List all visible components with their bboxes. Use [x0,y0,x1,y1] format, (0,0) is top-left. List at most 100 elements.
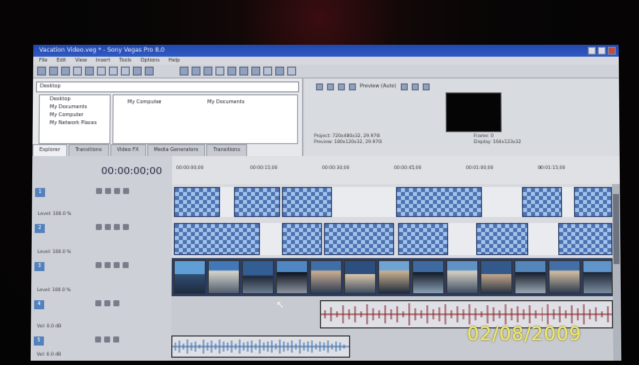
fx-icon[interactable] [113,262,120,269]
time-ruler[interactable]: 00:00:00;00 00:00:15;00 00:00:30;00 00:0… [172,156,620,186]
motion-icon[interactable] [123,188,130,195]
video-event[interactable] [233,187,281,218]
open-icon[interactable] [49,66,59,76]
tree-item-my-documents[interactable]: My Documents [40,103,110,111]
mute-icon[interactable] [95,224,102,231]
explorer-path-field[interactable]: Desktop [35,81,300,93]
preview-quality-select[interactable]: Preview (Auto) [360,83,396,89]
menu-tools[interactable]: Tools [119,57,131,65]
video-thumbnail[interactable] [548,260,581,295]
solo-icon[interactable] [104,336,111,343]
preview-settings-icon[interactable] [316,82,324,90]
scrollbar-thumb[interactable] [612,194,620,265]
copy-snapshot-icon[interactable] [411,82,419,90]
track-lane-2[interactable] [171,220,613,260]
mute-icon[interactable] [95,336,102,343]
fx-icon[interactable] [114,188,121,195]
solo-icon[interactable] [105,188,112,195]
video-event[interactable] [521,187,563,218]
video-thumbnail[interactable] [378,260,411,295]
timeline-vertical-scrollbar[interactable] [611,184,622,361]
new-project-icon[interactable] [37,66,47,76]
video-thumbnail[interactable] [344,260,377,295]
solo-icon[interactable] [104,300,111,307]
video-event[interactable] [558,223,613,256]
split-screen-icon[interactable] [337,82,345,90]
fx-icon[interactable] [113,224,120,231]
tree-item-my-computer[interactable]: My Computer [40,111,110,119]
file-item-my-computer[interactable]: My Computer [118,98,162,106]
track-header-5[interactable]: 5 Vol: 0.0 dB [30,332,172,361]
track-header-3[interactable]: 3 Level: 100.0 % [31,258,172,298]
track-lane-1[interactable] [171,184,613,222]
audio-event[interactable] [171,335,350,358]
minimize-button[interactable] [587,46,596,55]
save-snapshot-icon[interactable] [422,82,430,90]
video-event[interactable] [323,223,395,256]
video-thumbnail[interactable] [582,260,613,295]
paste-icon[interactable] [120,66,130,76]
auto-crossfade-icon[interactable] [239,66,249,76]
solo-icon[interactable] [104,224,111,231]
file-item-my-documents[interactable]: My Documents [197,98,244,106]
video-thumbnail[interactable] [480,260,513,295]
menu-options[interactable]: Options [140,57,159,65]
normal-edit-tool-icon[interactable] [179,66,189,76]
video-thumbnail[interactable] [514,260,547,295]
video-event[interactable] [573,187,613,218]
solo-icon[interactable] [104,262,111,269]
tree-item-my-network-places[interactable]: My Network Places [40,119,110,127]
maximize-button[interactable] [597,46,606,55]
overlays-icon[interactable] [400,82,408,90]
video-thumbnail[interactable] [173,260,206,295]
external-monitor-icon[interactable] [326,82,334,90]
track-lane-3[interactable] [171,258,613,298]
video-event[interactable] [476,223,529,256]
video-thumbnail[interactable] [412,260,445,295]
video-thumbnail[interactable] [309,260,343,295]
video-event[interactable] [281,223,322,256]
render-icon[interactable] [84,66,94,76]
envelope-tool-icon[interactable] [191,66,201,76]
track-header-2[interactable]: 2 Level: 100.0 % [31,220,172,260]
record-arm-icon[interactable] [113,300,120,307]
video-thumbnail[interactable] [207,260,240,295]
track-header-4[interactable]: 4 Vol: 0.0 dB [30,296,172,334]
mute-icon[interactable] [95,262,102,269]
menu-file[interactable]: File [39,57,47,65]
motion-icon[interactable] [122,224,129,231]
video-event[interactable] [173,223,260,256]
video-event[interactable] [281,187,333,218]
video-thumbnail[interactable] [241,260,274,295]
ignore-grouping-icon[interactable] [275,66,285,76]
undo-icon[interactable] [132,66,142,76]
menu-insert[interactable]: Insert [96,57,110,65]
help-icon[interactable] [287,66,297,76]
menu-view[interactable]: View [75,57,87,65]
properties-icon[interactable] [72,66,82,76]
copy-icon[interactable] [108,66,118,76]
redo-icon[interactable] [144,66,154,76]
track-header-1[interactable]: 1 Level: 100.0 % [31,184,173,222]
menu-edit[interactable]: Edit [56,57,66,65]
tree-item-desktop[interactable]: Desktop [40,95,110,103]
video-event[interactable] [398,223,449,256]
ripple-edit-icon[interactable] [251,66,261,76]
video-event[interactable] [173,187,221,218]
cut-icon[interactable] [96,66,106,76]
mute-icon[interactable] [96,188,103,195]
close-button[interactable] [607,46,616,55]
record-arm-icon[interactable] [113,336,120,343]
lock-envelopes-icon[interactable] [263,66,273,76]
menu-help[interactable]: Help [169,57,180,65]
video-event[interactable] [395,187,483,218]
preview-mode-icon[interactable] [348,82,356,90]
snapping-icon[interactable] [227,66,237,76]
mute-icon[interactable] [95,300,102,307]
motion-icon[interactable] [122,262,129,269]
save-icon[interactable] [60,66,71,76]
zoom-tool-icon[interactable] [215,66,225,76]
video-thumbnail[interactable] [275,260,308,295]
selection-tool-icon[interactable] [203,66,213,76]
video-thumbnail[interactable] [446,260,479,295]
